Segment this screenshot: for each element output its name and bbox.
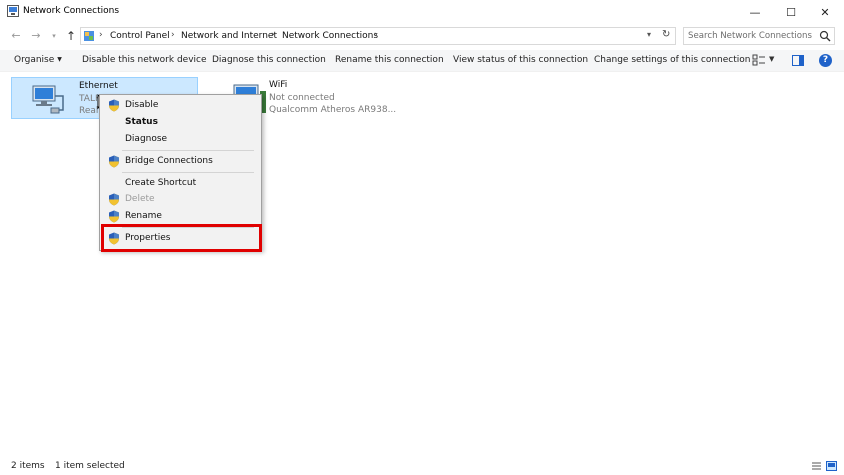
back-arrow-icon[interactable]: ← <box>8 28 24 44</box>
close-button[interactable]: ✕ <box>806 0 844 24</box>
disable-device-button[interactable]: Disable this network device <box>82 55 207 65</box>
recent-locations-chevron-icon[interactable]: ▾ <box>46 28 62 44</box>
menu-divider <box>122 172 254 173</box>
uac-shield-icon <box>109 99 119 112</box>
item-count: 2 items <box>11 461 45 471</box>
command-bar: Organise ▼ Disable this network device Di… <box>0 50 844 72</box>
network-connections-app-icon <box>7 5 19 17</box>
breadcrumb-separator: › <box>99 30 103 40</box>
menu-item-label: Status <box>125 117 158 127</box>
uac-shield-icon <box>109 155 119 168</box>
large-icons-view-icon[interactable] <box>826 461 837 471</box>
search-input[interactable] <box>688 29 816 43</box>
uac-shield-icon <box>109 210 119 223</box>
menu-divider <box>122 150 254 151</box>
menu-item-label: Bridge Connections <box>125 156 213 166</box>
preview-pane-icon[interactable] <box>792 55 804 66</box>
menu-item-label: Create Shortcut <box>125 178 197 188</box>
menu-item-delete: Delete <box>100 191 261 208</box>
menu-item-diagnose[interactable]: Diagnose <box>100 131 261 148</box>
address-dropdown-icon[interactable]: ▾ <box>647 30 651 39</box>
diagnose-button[interactable]: Diagnose this connection <box>212 55 326 65</box>
menu-item-disable[interactable]: Disable <box>100 97 261 114</box>
search-icon[interactable] <box>819 30 831 42</box>
window-title: Network Connections <box>23 6 120 16</box>
breadcrumb-separator[interactable]: › <box>271 30 275 40</box>
connection-adapter: Qualcomm Atheros AR938... <box>269 105 397 115</box>
up-arrow-icon[interactable]: ↑ <box>63 28 79 44</box>
menu-item-label: Diagnose <box>125 134 168 144</box>
menu-item-label: Rename <box>125 211 162 221</box>
status-bar: 2 items 1 item selected <box>0 458 844 475</box>
change-settings-button[interactable]: Change settings of this connection <box>594 55 750 65</box>
uac-shield-icon <box>109 193 119 206</box>
breadcrumb-separator[interactable]: › <box>171 30 175 40</box>
breadcrumb-control-panel[interactable]: Control Panel <box>110 31 170 41</box>
menu-item-bridge-connections[interactable]: Bridge Connections <box>100 153 261 170</box>
breadcrumb-network-connections[interactable]: Network Connections <box>282 31 378 41</box>
chevron-down-icon: ▼ <box>57 56 62 63</box>
change-view-icon[interactable] <box>752 54 766 67</box>
menu-item-label: Delete <box>125 194 155 204</box>
maximize-button[interactable]: ☐ <box>772 0 810 24</box>
refresh-icon[interactable]: ↻ <box>662 29 670 40</box>
menu-item-create-shortcut[interactable]: Create Shortcut <box>100 175 261 192</box>
minimize-button[interactable]: — <box>736 0 774 24</box>
breadcrumb-separator[interactable]: › <box>374 30 378 40</box>
address-row: ← → ▾ ↑ › Control Panel › Network and In… <box>0 24 844 48</box>
rename-button[interactable]: Rename this connection <box>335 55 444 65</box>
title-bar: Network Connections — ☐ ✕ <box>0 0 844 24</box>
forward-arrow-icon[interactable]: → <box>28 28 44 44</box>
help-icon[interactable]: ? <box>819 54 832 67</box>
menu-item-status[interactable]: Status <box>100 114 261 131</box>
connection-status: Not connected <box>269 93 335 103</box>
control-panel-icon <box>84 31 94 41</box>
view-status-button[interactable]: View status of this connection <box>453 55 588 65</box>
search-box[interactable] <box>683 27 835 45</box>
properties-highlight-box <box>101 224 262 252</box>
details-view-icon[interactable] <box>811 461 822 471</box>
address-bar[interactable]: › Control Panel › Network and Internet ›… <box>80 27 676 45</box>
organise-menu[interactable]: Organise ▼ <box>14 55 62 65</box>
breadcrumb-network-and-internet[interactable]: Network and Internet <box>181 31 277 41</box>
menu-item-label: Disable <box>125 100 159 110</box>
organise-label: Organise <box>14 55 55 65</box>
ethernet-adapter-icon <box>32 85 64 114</box>
menu-item-rename[interactable]: Rename <box>100 208 261 225</box>
connection-name: Ethernet <box>79 81 118 91</box>
connection-name: WiFi <box>269 80 288 90</box>
selection-count: 1 item selected <box>55 461 125 471</box>
view-options-chevron-icon[interactable]: ▼ <box>769 55 774 63</box>
